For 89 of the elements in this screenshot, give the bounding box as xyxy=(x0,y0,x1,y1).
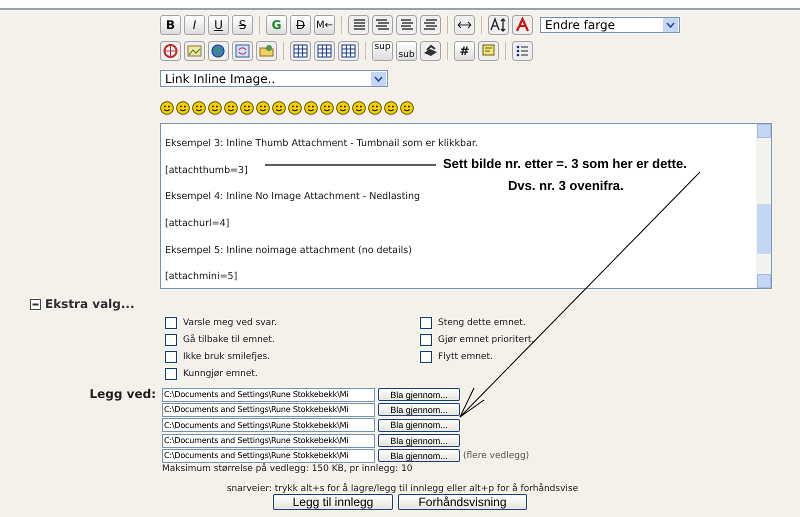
smiley-icon[interactable] xyxy=(256,101,270,115)
file-path-field[interactable]: C:\Documents and Settings\Rune Stokkebekk\Mi xyxy=(162,402,375,417)
checkbox[interactable] xyxy=(165,368,177,380)
attach-label: Legg ved: xyxy=(90,387,157,403)
align-icon[interactable] xyxy=(420,15,441,35)
file-path-field[interactable]: C:\Documents and Settings\Rune Stokkebekk\Mi xyxy=(162,388,375,402)
attachment-limit-text: Maksimum størrelse på vedlegg: 150 KB, pr innlegg: 10 xyxy=(162,464,414,474)
format-button[interactable]: M← xyxy=(314,15,335,35)
collapse-icon[interactable] xyxy=(30,298,41,310)
table-icon[interactable] xyxy=(290,41,311,61)
table-icon[interactable] xyxy=(338,41,359,61)
file-path-field[interactable]: C:\Documents and Settings\Rune Stokkebekk\Mi xyxy=(162,434,375,448)
checkbox-label: Flytt emnet. xyxy=(438,352,493,362)
file-path-field[interactable]: C:\Documents and Settings\Rune Stokkebekk\Mi xyxy=(162,448,375,463)
smiley-icon[interactable] xyxy=(208,101,222,115)
submit-button[interactable]: Legg til innlegg xyxy=(273,494,393,510)
message-line: [attachurl=4] xyxy=(165,216,230,231)
message-textarea[interactable] xyxy=(160,123,772,289)
smiley-icon[interactable] xyxy=(400,101,414,115)
checkbox-label: Varsle meg ved svar. xyxy=(183,318,277,328)
annotation-text: Dvs. nr. 3 ovenifra. xyxy=(508,178,624,193)
font-color-icon[interactable] xyxy=(512,15,533,35)
smiley-icon[interactable] xyxy=(320,101,334,115)
caret-icon xyxy=(666,22,675,28)
checkbox[interactable] xyxy=(165,334,177,346)
link-dropdown[interactable]: Link Inline Image.. xyxy=(160,70,388,87)
globe-icon[interactable] xyxy=(208,41,229,61)
checkbox-label: Steng dette emnet. xyxy=(438,318,526,328)
format-button[interactable]: S xyxy=(232,15,253,35)
image-icon[interactable] xyxy=(184,41,205,61)
message-line: Eksempel 3: Inline Thumb Attachment - Tumbnail som er klikkbar. xyxy=(165,136,478,151)
smiley-icon[interactable] xyxy=(384,101,398,115)
note-icon[interactable] xyxy=(478,41,499,61)
message-line: Eksempel 4: Inline No Image Attachment - Nedlasting xyxy=(165,190,420,204)
annotation-text: Sett bilde nr. etter =. 3 som her er dette. xyxy=(443,156,687,171)
smiley-icon[interactable] xyxy=(368,101,382,115)
format-button[interactable]: G xyxy=(266,15,287,35)
checkbox[interactable] xyxy=(420,334,432,346)
script-button[interactable]: sub xyxy=(396,41,417,61)
script-button[interactable]: sup xyxy=(372,41,393,61)
message-line: Eksempel 5: Inline noimage attachment (no details) xyxy=(165,244,412,258)
smiley-icon[interactable] xyxy=(336,101,350,115)
smiley-icon[interactable] xyxy=(272,101,286,115)
align-icon[interactable] xyxy=(372,15,393,35)
font-size-icon[interactable] xyxy=(488,15,509,35)
smiley-icon[interactable] xyxy=(288,101,302,115)
format-button[interactable]: D xyxy=(290,15,311,35)
browse-button[interactable]: Bla gjennom... xyxy=(378,418,460,432)
checkbox[interactable] xyxy=(165,317,177,329)
smiley-icon[interactable] xyxy=(160,101,174,115)
refresh-icon[interactable] xyxy=(232,41,253,61)
checkbox-label: Gjør emnet prioritert. xyxy=(438,335,534,345)
scrollbar-thumb[interactable] xyxy=(756,204,770,254)
align-icon[interactable] xyxy=(396,15,417,35)
smiley-icon[interactable] xyxy=(352,101,366,115)
stamp-icon[interactable] xyxy=(420,41,441,61)
browse-button[interactable]: Bla gjennom... xyxy=(378,434,460,448)
more-attachments-link[interactable]: (flere vedlegg) xyxy=(463,450,530,461)
folder-icon[interactable] xyxy=(256,41,277,61)
smiley-icon[interactable] xyxy=(176,101,190,115)
checkbox[interactable] xyxy=(165,351,177,363)
shortcuts-hint: snarveier: trykk alt+s for å lagre/legg til innlegg eller alt+p for å forhåndsvise xyxy=(226,484,578,494)
hash-button[interactable]: # xyxy=(454,41,475,61)
smiley-icon[interactable] xyxy=(224,101,238,115)
browse-button[interactable]: Bla gjennom... xyxy=(378,388,460,402)
message-line: [attachthumb=3] xyxy=(165,164,248,178)
format-button[interactable]: U xyxy=(208,15,229,35)
checkbox-label: Ikke bruk smilefjes. xyxy=(183,352,270,362)
format-button[interactable]: I xyxy=(184,15,205,35)
color-dropdown[interactable]: Endre farge xyxy=(540,17,680,33)
caret-icon xyxy=(374,76,383,82)
smiley-icon[interactable] xyxy=(192,101,206,115)
checkbox-label: Kunngjør emnet. xyxy=(183,369,258,379)
table-icon[interactable] xyxy=(314,41,335,61)
preview-button[interactable]: Forhåndsvisning xyxy=(398,494,527,510)
browse-button[interactable]: Bla gjennom... xyxy=(378,449,460,462)
browse-button[interactable]: Bla gjennom... xyxy=(378,403,460,416)
format-button[interactable]: B xyxy=(160,15,181,35)
smiley-icon[interactable] xyxy=(304,101,318,115)
checkbox[interactable] xyxy=(420,317,432,329)
file-path-field[interactable]: C:\Documents and Settings\Rune Stokkebekk\Mi xyxy=(162,418,375,432)
section-title: Ekstra valg... xyxy=(45,297,135,311)
list-icon[interactable] xyxy=(512,41,533,61)
checkbox[interactable] xyxy=(420,351,432,363)
message-line: [attachmini=5] xyxy=(165,270,238,284)
align-icon[interactable] xyxy=(348,15,369,35)
smiley-icon[interactable] xyxy=(240,101,254,115)
checkbox-label: Gå tilbake til emnet. xyxy=(183,335,275,345)
wheel-icon[interactable] xyxy=(160,41,181,61)
